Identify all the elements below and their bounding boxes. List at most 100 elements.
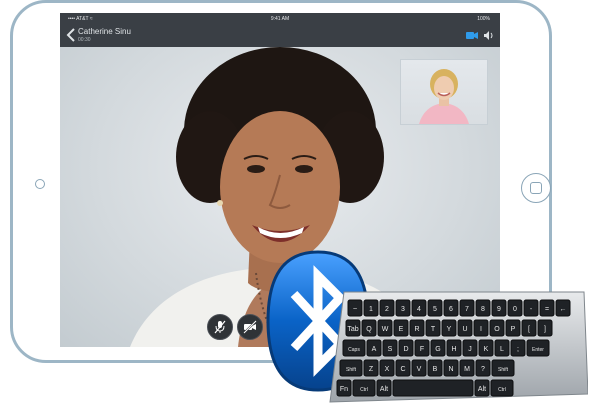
key-label: S [388, 346, 393, 353]
keyboard-key[interactable]: Shift [491, 359, 515, 377]
keyboard-key[interactable]: Tab [345, 319, 361, 337]
caller-name: Catherine Sinu [78, 27, 131, 36]
keyboard-key[interactable]: M [459, 359, 475, 377]
keyboard-key[interactable]: Y [441, 319, 457, 337]
keyboard-key[interactable]: 7 [459, 299, 475, 317]
key-label: X [385, 366, 390, 373]
keyboard-key[interactable]: Ctrl [490, 379, 514, 397]
key-label: ] [544, 326, 546, 333]
speaker-icon[interactable] [483, 30, 494, 41]
keyboard-key[interactable]: G [430, 339, 446, 357]
keyboard-key[interactable]: Alt [376, 379, 392, 397]
keyboard-key[interactable]: ] [537, 319, 553, 337]
keyboard-key[interactable]: ; [510, 339, 526, 357]
keyboard-key[interactable]: A [366, 339, 382, 357]
microphone-mute-icon [214, 320, 226, 334]
video-off-icon [243, 320, 257, 334]
self-video-preview[interactable] [400, 59, 488, 125]
keyboard-key[interactable]: ? [475, 359, 491, 377]
key-label: 8 [481, 306, 485, 313]
keyboard-key[interactable] [392, 379, 474, 397]
keyboard-key[interactable]: 8 [475, 299, 491, 317]
keyboard-key[interactable]: 4 [411, 299, 427, 317]
keyboard-key[interactable]: 0 [507, 299, 523, 317]
keyboard-key[interactable]: X [379, 359, 395, 377]
home-button[interactable] [521, 173, 551, 203]
keyboard-key[interactable]: O [489, 319, 505, 337]
key-label: Alt [380, 386, 388, 393]
video-off-button[interactable] [237, 314, 263, 340]
keyboard-key[interactable]: Enter [526, 339, 550, 357]
key-label: F [420, 346, 424, 353]
battery-label: 100% [477, 16, 490, 22]
keyboard-key[interactable]: L [494, 339, 510, 357]
keyboard-key[interactable]: [ [521, 319, 537, 337]
keyboard-key[interactable]: T [425, 319, 441, 337]
key-label: G [435, 346, 440, 353]
key-label: ; [517, 346, 519, 353]
bluetooth-keyboard: ~1 2 3 4 5 6 7 8 9 0- = ← Tab Q W E R T Y U I O P [] Caps A S D F G H J… [329, 291, 588, 403]
key-label: H [451, 346, 456, 353]
keyboard-key[interactable]: D [398, 339, 414, 357]
keyboard-key[interactable]: 1 [363, 299, 379, 317]
key-label: V [417, 366, 422, 373]
keyboard-key[interactable]: 2 [379, 299, 395, 317]
keyboard-key[interactable]: Q [361, 319, 377, 337]
keyboard-key[interactable]: I [473, 319, 489, 337]
keyboard-key[interactable]: ~ [347, 299, 363, 317]
key-cap [392, 379, 474, 397]
keyboard-key[interactable]: 3 [395, 299, 411, 317]
key-label: D [403, 346, 408, 353]
key-label: B [433, 366, 438, 373]
key-label: I [480, 326, 482, 333]
clock-label: 9:41 AM [270, 16, 290, 22]
keyboard-key[interactable]: Shift [339, 359, 363, 377]
keyboard-key[interactable]: Caps [342, 339, 366, 357]
key-label: Y [447, 326, 452, 333]
keyboard-key[interactable]: - [523, 299, 539, 317]
key-label: Fn [340, 386, 348, 393]
key-label: Ctrl [360, 387, 368, 393]
mute-button[interactable] [207, 314, 233, 340]
keyboard-key[interactable]: R [409, 319, 425, 337]
key-label: 9 [497, 306, 501, 313]
key-label: Ctrl [498, 387, 506, 393]
keyboard-key[interactable]: N [443, 359, 459, 377]
key-label: Alt [478, 386, 486, 393]
keyboard-key[interactable]: Z [363, 359, 379, 377]
keyboard-key[interactable]: B [427, 359, 443, 377]
keyboard-key[interactable]: S [382, 339, 398, 357]
keyboard-key[interactable]: E [393, 319, 409, 337]
key-label: N [448, 366, 453, 373]
key-label: ~ [353, 306, 357, 313]
keyboard-key[interactable]: 9 [491, 299, 507, 317]
keyboard-key[interactable]: C [395, 359, 411, 377]
keyboard-key[interactable]: F [414, 339, 430, 357]
key-label: P [511, 326, 516, 333]
keyboard-key[interactable]: V [411, 359, 427, 377]
keyboard-key[interactable]: = [539, 299, 555, 317]
keyboard-key[interactable]: W [377, 319, 393, 337]
keyboard-key[interactable]: P [505, 319, 521, 337]
keyboard-key[interactable]: U [457, 319, 473, 337]
camera-switch-icon[interactable] [466, 31, 478, 40]
keyboard-key[interactable]: J [462, 339, 478, 357]
keyboard-key[interactable]: 5 [427, 299, 443, 317]
keyboard-key[interactable]: Fn [336, 379, 352, 397]
keyboard-key[interactable]: Ctrl [352, 379, 376, 397]
key-label: E [399, 326, 404, 333]
key-label: 6 [449, 306, 453, 313]
keyboard-key[interactable]: H [446, 339, 462, 357]
keyboard-key[interactable]: Alt [474, 379, 490, 397]
keyboard-key[interactable]: 6 [443, 299, 459, 317]
key-label: 1 [369, 306, 373, 313]
key-label: ? [481, 366, 485, 373]
call-duration: 00:30 [78, 37, 91, 43]
key-label: M [464, 366, 470, 373]
key-label: U [462, 326, 467, 333]
key-label: = [545, 306, 549, 313]
chevron-left-icon[interactable] [66, 28, 76, 42]
keyboard-key[interactable]: K [478, 339, 494, 357]
keyboard-key[interactable]: ← [555, 299, 571, 317]
key-label: R [414, 326, 419, 333]
